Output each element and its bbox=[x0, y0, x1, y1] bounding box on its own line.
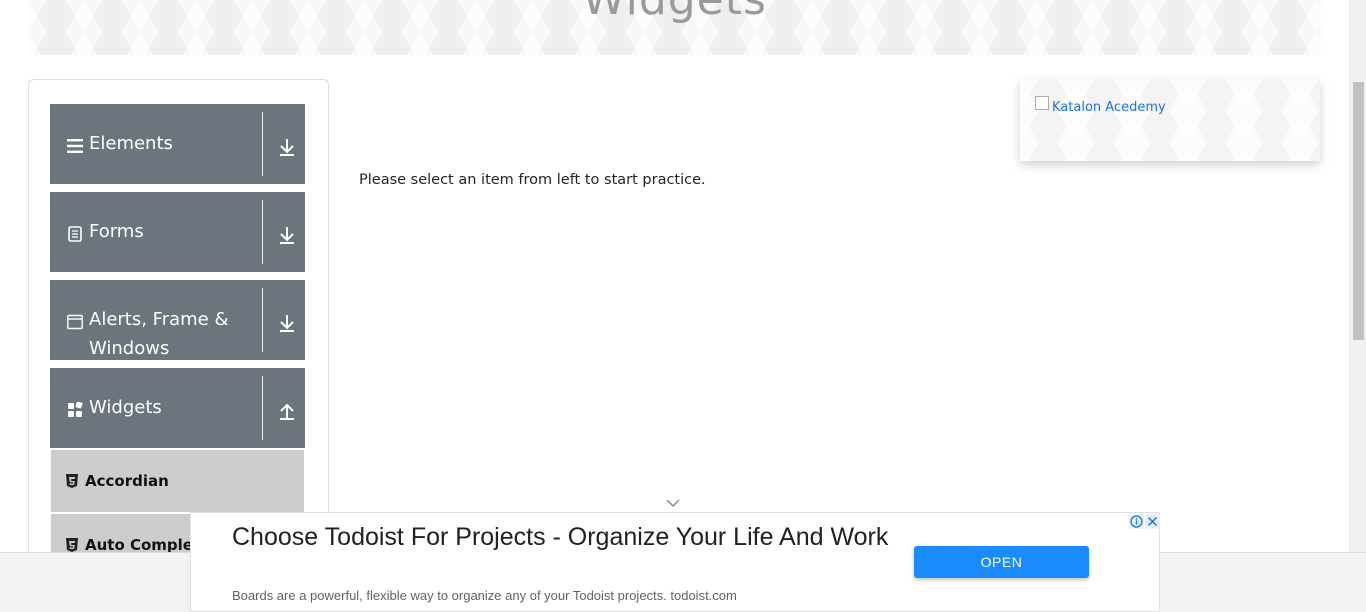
divider bbox=[262, 112, 263, 176]
page-title: Widgets bbox=[28, 0, 1321, 25]
ad-open-button[interactable]: OPEN bbox=[914, 546, 1089, 578]
sidebar-group-widgets[interactable]: Widgets bbox=[50, 368, 305, 448]
katalon-ad-card[interactable]: Katalon Acedemy bbox=[1020, 79, 1320, 161]
ad-title[interactable]: Choose Todoist For Projects - Organize Y… bbox=[232, 521, 912, 553]
practice-prompt: Please select an item from left to start… bbox=[359, 172, 706, 188]
divider bbox=[262, 200, 263, 264]
document-icon bbox=[68, 226, 82, 242]
download-arrow-icon[interactable] bbox=[278, 137, 296, 157]
broken-image-icon bbox=[1035, 96, 1049, 110]
divider bbox=[262, 288, 263, 352]
page-banner: Widgets bbox=[28, 0, 1321, 55]
hamburger-icon bbox=[67, 139, 83, 153]
sidebar-group-label: Elements bbox=[89, 133, 173, 154]
menu-item-label: Accordian bbox=[85, 472, 169, 490]
window-icon bbox=[67, 314, 83, 330]
chevron-down-icon[interactable] bbox=[666, 498, 680, 508]
info-icon[interactable] bbox=[1129, 514, 1144, 529]
vertical-scrollbar[interactable] bbox=[1349, 0, 1366, 552]
html5-icon bbox=[66, 474, 78, 488]
download-arrow-icon[interactable] bbox=[278, 313, 296, 333]
html5-icon bbox=[66, 538, 78, 552]
download-arrow-icon[interactable] bbox=[278, 225, 296, 245]
katalon-link[interactable]: Katalon Acedemy bbox=[1052, 100, 1166, 115]
menu-item-accordian[interactable]: Accordian bbox=[51, 450, 304, 512]
sidebar-group-label: Forms bbox=[89, 221, 144, 242]
sidebar-group-label: Widgets bbox=[89, 397, 162, 418]
scrollbar-thumb[interactable] bbox=[1353, 82, 1364, 340]
sidebar-group-elements[interactable]: Elements bbox=[50, 104, 305, 184]
ad-description: Boards are a powerful, flexible way to o… bbox=[232, 588, 737, 603]
sidebar-group-alerts[interactable]: Alerts, Frame & Windows bbox=[50, 280, 305, 360]
upload-arrow-icon[interactable] bbox=[278, 401, 296, 421]
sidebar-group-label: Alerts, Frame & Windows bbox=[89, 309, 229, 359]
sidebar-group-forms[interactable]: Forms bbox=[50, 192, 305, 272]
close-icon[interactable] bbox=[1145, 514, 1160, 529]
ad-banner[interactable]: Choose Todoist For Projects - Organize Y… bbox=[190, 512, 1160, 612]
divider bbox=[262, 376, 263, 440]
grid-icon bbox=[68, 402, 83, 417]
